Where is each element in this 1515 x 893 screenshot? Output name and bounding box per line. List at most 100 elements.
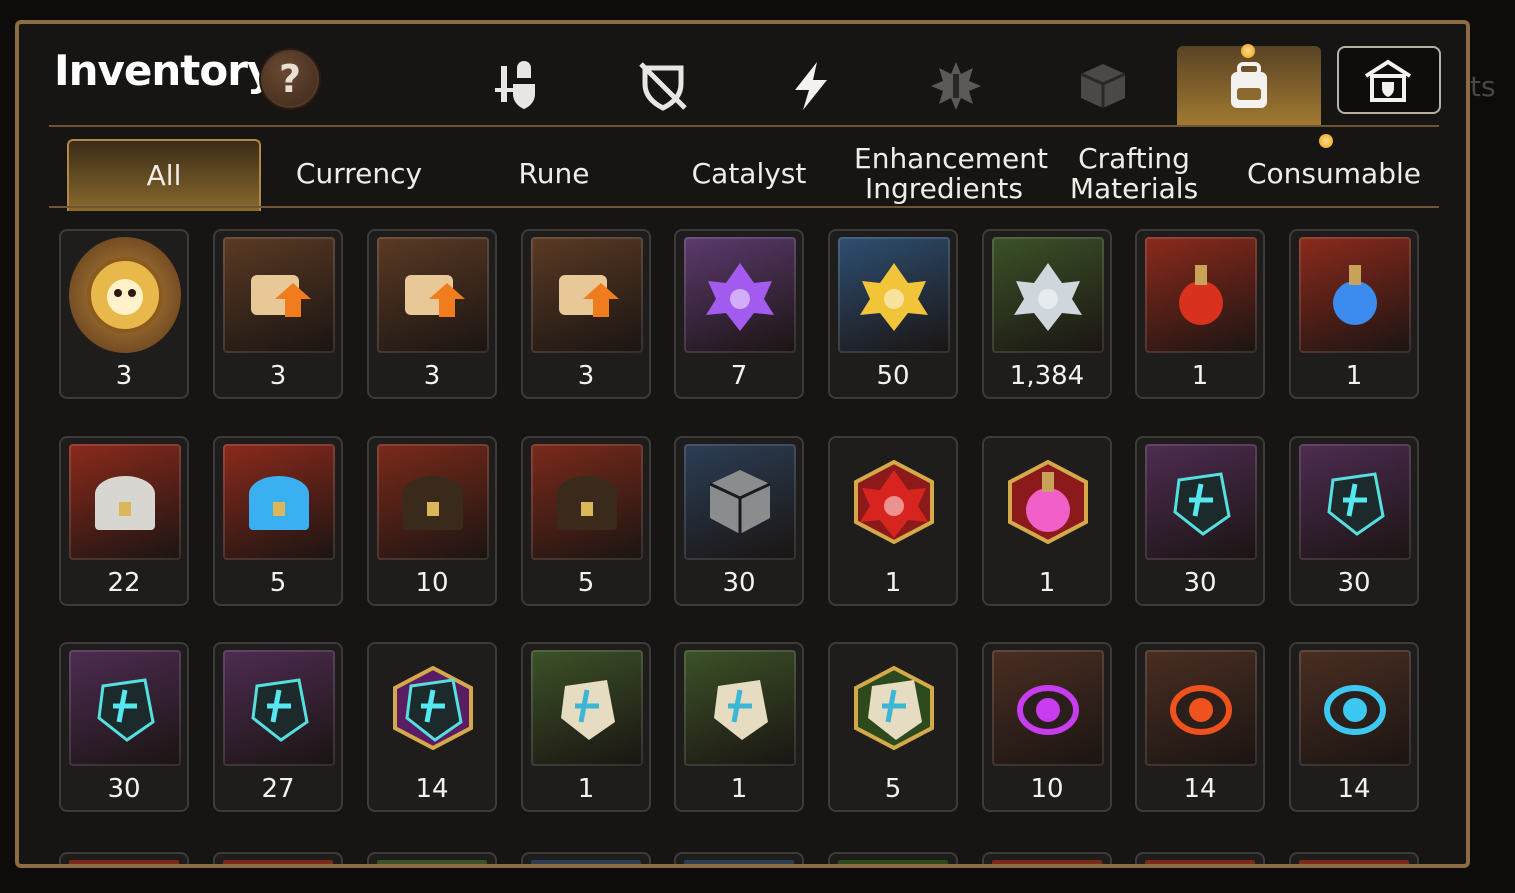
rainbow-scroll-icon	[377, 237, 489, 353]
tab-all[interactable]: All	[67, 139, 261, 211]
scroll-upgrade-icon	[531, 237, 643, 353]
category-all-items-button[interactable]	[1217, 54, 1281, 118]
item-slot[interactable]: 1	[674, 642, 804, 812]
gold-crystal-icon	[838, 237, 950, 353]
item-slot[interactable]: 1	[982, 436, 1112, 606]
item-slot[interactable]: 1	[1135, 229, 1265, 399]
disabled-shield-icon	[639, 62, 687, 111]
item-slot[interactable]: 10	[982, 642, 1112, 812]
red-rune-shard-icon	[838, 444, 950, 560]
red-orb-icon	[1145, 650, 1257, 766]
background-text-right: ts	[1470, 70, 1496, 103]
category-cube-button[interactable]	[1071, 54, 1135, 118]
category-skill-button[interactable]	[779, 54, 843, 118]
lightning-icon	[795, 62, 827, 110]
help-button[interactable]: ?	[259, 48, 321, 110]
item-slot[interactable]: 7	[674, 229, 804, 399]
blue-orb-icon	[1299, 650, 1411, 766]
item-slot-partial[interactable]	[59, 852, 189, 864]
item-slot-partial[interactable]	[521, 852, 651, 864]
item-slot[interactable]: 1,384	[982, 229, 1112, 399]
grey-cube-icon	[684, 444, 796, 560]
scroll-upgrade-icon	[223, 237, 335, 353]
inventory-panel: Inventory ? All Currency Rune Catalyst E…	[15, 20, 1470, 868]
item-slot[interactable]: 14	[1135, 642, 1265, 812]
item-slot-partial[interactable]	[1135, 852, 1265, 864]
cube-icon	[1080, 64, 1126, 108]
item-slot[interactable]: 30	[1135, 436, 1265, 606]
item-count: 30	[107, 774, 141, 804]
item-slot[interactable]: 1	[1289, 229, 1419, 399]
item-slot[interactable]: 3	[521, 229, 651, 399]
item-count: 3	[577, 361, 595, 391]
blue-star-potion-icon	[1299, 237, 1411, 353]
item-count: 10	[1030, 774, 1064, 804]
item-count: 3	[269, 361, 287, 391]
item-slot[interactable]: 3	[59, 229, 189, 399]
item-slot[interactable]: 3	[213, 229, 343, 399]
red-potion-icon	[1145, 237, 1257, 353]
tab-label: Rune	[518, 157, 590, 190]
pink-potion-icon	[992, 444, 1104, 560]
item-slot-partial[interactable]	[982, 852, 1112, 864]
rune-burst-icon	[931, 62, 981, 110]
divider	[49, 206, 1439, 208]
tab-rune[interactable]: Rune	[459, 139, 649, 209]
item-slot[interactable]: 5	[828, 642, 958, 812]
item-count: 1	[577, 774, 595, 804]
item-count: 1	[1345, 361, 1363, 391]
item-count: 1	[730, 774, 748, 804]
silver-chest-icon	[69, 444, 181, 560]
item-count: 30	[722, 568, 756, 598]
item-count: 5	[577, 568, 595, 598]
tab-label: Consumable	[1247, 157, 1421, 190]
tab-crafting-materials[interactable]: Crafting Materials	[1039, 139, 1229, 209]
tab-label: All	[146, 159, 182, 192]
tab-currency[interactable]: Currency	[259, 139, 459, 209]
item-slot[interactable]: 30	[674, 436, 804, 606]
divider	[49, 125, 1439, 127]
stone-star-rune-icon	[838, 650, 950, 766]
item-count: 14	[1337, 774, 1371, 804]
purple-crystal-icon	[684, 237, 796, 353]
item-count: 1	[884, 568, 902, 598]
tab-catalyst[interactable]: Catalyst	[649, 139, 849, 209]
tab-label: Enhancement Ingredients	[854, 142, 1048, 205]
item-count: 30	[1337, 568, 1371, 598]
item-slot-partial[interactable]	[367, 852, 497, 864]
teal-sword-rune-icon	[1145, 444, 1257, 560]
item-slot[interactable]: 14	[1289, 642, 1419, 812]
item-count: 3	[115, 361, 133, 391]
item-slot[interactable]: 22	[59, 436, 189, 606]
category-storage-button[interactable]	[1356, 50, 1420, 114]
item-count: 27	[261, 774, 295, 804]
item-slot-partial[interactable]	[213, 852, 343, 864]
category-rune-button[interactable]	[924, 54, 988, 118]
tab-consumable[interactable]: Consumable	[1234, 139, 1434, 209]
item-slot[interactable]: 3	[367, 229, 497, 399]
item-slot[interactable]: 30	[59, 642, 189, 812]
item-count: 50	[876, 361, 910, 391]
item-slot-partial[interactable]	[674, 852, 804, 864]
item-slot-partial[interactable]	[828, 852, 958, 864]
item-slot[interactable]: 5	[213, 436, 343, 606]
stone-sword-rune-icon	[531, 650, 643, 766]
tab-enhancement-ingredients[interactable]: Enhancement Ingredients	[849, 139, 1048, 209]
item-count: 1	[1191, 361, 1209, 391]
tab-label: Currency	[295, 157, 423, 190]
equipment-icon	[495, 61, 535, 109]
category-equipment-button[interactable]	[485, 54, 549, 118]
dark-gold-chest-icon	[531, 444, 643, 560]
category-shield-button[interactable]	[631, 54, 695, 118]
item-slot[interactable]: 50	[828, 229, 958, 399]
item-slot[interactable]: 10	[367, 436, 497, 606]
teal-armor-rune-icon	[69, 650, 181, 766]
item-slot[interactable]: 5	[521, 436, 651, 606]
item-slot[interactable]: 1	[521, 642, 651, 812]
item-slot[interactable]: 14	[367, 642, 497, 812]
item-slot[interactable]: 30	[1289, 436, 1419, 606]
item-slot-partial[interactable]	[1289, 852, 1419, 864]
item-slot[interactable]: 1	[828, 436, 958, 606]
notification-dot	[1319, 134, 1333, 148]
item-slot[interactable]: 27	[213, 642, 343, 812]
